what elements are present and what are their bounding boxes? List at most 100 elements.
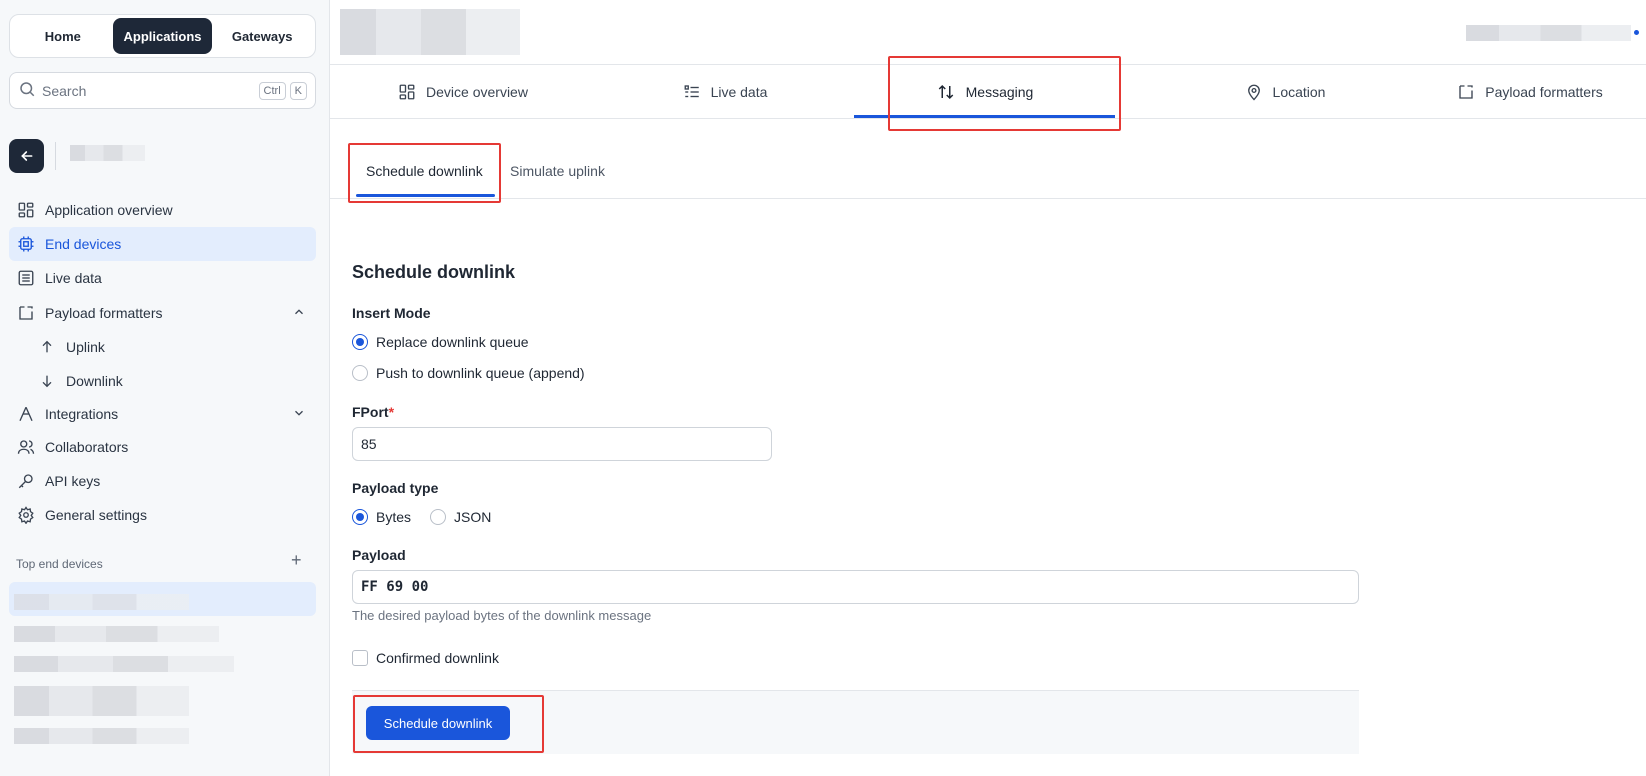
- redacted-device: [14, 594, 189, 610]
- top-end-devices-title: Top end devices: [16, 557, 103, 571]
- tab-payload-formatters[interactable]: Payload formatters: [1430, 65, 1630, 119]
- list-icon: [683, 83, 701, 101]
- redacted-device[interactable]: [14, 728, 189, 744]
- payload-helper-text: The desired payload bytes of the downlin…: [352, 608, 652, 623]
- search-input[interactable]: Search Ctrl K: [9, 72, 316, 109]
- arrow-down-icon: [38, 372, 56, 390]
- switcher-applications[interactable]: Applications: [112, 18, 213, 54]
- integrations-icon: [17, 405, 35, 423]
- overview-icon: [398, 83, 416, 101]
- payload-field[interactable]: FF 69 00: [352, 570, 1359, 604]
- radio-button[interactable]: [352, 365, 368, 381]
- list-icon: [17, 269, 35, 287]
- confirmed-downlink-checkbox-row[interactable]: Confirmed downlink: [352, 650, 499, 666]
- sidebar-item-integrations[interactable]: Integrations: [9, 397, 316, 431]
- form-title: Schedule downlink: [352, 262, 516, 282]
- payload-label: Payload: [352, 547, 406, 563]
- switcher-home[interactable]: Home: [13, 18, 113, 54]
- shortcut-ctrl: Ctrl: [258, 81, 286, 100]
- people-icon: [17, 438, 35, 456]
- radio-json[interactable]: JSON: [430, 509, 491, 525]
- key-icon: [17, 472, 35, 490]
- schedule-downlink-button[interactable]: Schedule downlink: [366, 706, 510, 740]
- sidebar-item-label: General settings: [45, 507, 147, 523]
- radio-label: Push to downlink queue (append): [376, 365, 585, 381]
- context-switcher: Home Applications Gateways: [9, 14, 316, 58]
- sidebar-item-downlink[interactable]: Downlink: [9, 364, 316, 398]
- radio-button[interactable]: [430, 509, 446, 525]
- tab-live-data[interactable]: Live data: [660, 65, 790, 119]
- sidebar-item-general-settings[interactable]: General settings: [9, 498, 316, 532]
- tab-label: Messaging: [965, 84, 1034, 100]
- status-dot: [1634, 30, 1639, 35]
- overview-icon: [17, 201, 35, 219]
- location-pin-icon: [1245, 83, 1263, 101]
- insert-mode-label: Insert Mode: [352, 305, 431, 321]
- radio-replace-queue[interactable]: Replace downlink queue: [352, 334, 529, 350]
- sidebar-item-label: Uplink: [66, 339, 105, 355]
- confirmed-downlink-checkbox[interactable]: [352, 650, 368, 666]
- checkbox-label: Confirmed downlink: [376, 650, 499, 666]
- active-tab-indicator: [854, 115, 1115, 118]
- arrow-left-icon: [20, 151, 32, 161]
- redacted-device[interactable]: [14, 656, 234, 672]
- sidebar-item-payload-formatters[interactable]: Payload formatters: [9, 296, 316, 330]
- sidebar-item-label: Downlink: [66, 373, 123, 389]
- arrows-updown-icon: [936, 83, 956, 101]
- sidebar-item-api-keys[interactable]: API keys: [9, 464, 316, 498]
- redacted-device[interactable]: [14, 686, 189, 716]
- required-marker: *: [388, 404, 395, 420]
- sidebar-item-application-overview[interactable]: Application overview: [9, 193, 316, 227]
- sidebar-item-live-data[interactable]: Live data: [9, 261, 316, 295]
- fport-label: FPort*: [352, 404, 394, 420]
- subtab-simulate-uplink[interactable]: Simulate uplink: [510, 143, 605, 199]
- tab-label: Device overview: [426, 84, 528, 100]
- back-button[interactable]: [9, 139, 44, 173]
- switcher-gateways[interactable]: Gateways: [212, 18, 312, 54]
- redacted-title: [340, 9, 520, 55]
- subtab-schedule-downlink[interactable]: Schedule downlink: [366, 143, 483, 199]
- payload-type-label: Payload type: [352, 480, 439, 496]
- sidebar: Home Applications Gateways Search Ctrl K…: [0, 0, 330, 776]
- search-icon: [18, 80, 36, 101]
- chevron-down-icon: [292, 406, 306, 423]
- sidebar-item-label: End devices: [45, 236, 122, 252]
- sidebar-item-label: Integrations: [45, 406, 119, 422]
- chip-icon: [17, 235, 35, 253]
- tab-location[interactable]: Location: [1200, 65, 1370, 119]
- radio-label: JSON: [454, 509, 492, 525]
- sidebar-item-uplink[interactable]: Uplink: [9, 330, 316, 364]
- sidebar-item-label: Payload formatters: [45, 305, 163, 321]
- radio-button-selected[interactable]: [352, 334, 368, 350]
- tab-label: Live data: [710, 84, 768, 100]
- redacted-user[interactable]: [1466, 25, 1631, 41]
- radio-push-queue[interactable]: Push to downlink queue (append): [352, 365, 585, 381]
- formatter-icon: [17, 304, 35, 322]
- add-icon[interactable]: +: [291, 550, 302, 571]
- radio-bytes[interactable]: Bytes: [352, 509, 411, 525]
- tab-label: Location: [1272, 84, 1326, 100]
- sidebar-item-label: Live data: [45, 270, 102, 286]
- radio-button-selected[interactable]: [352, 509, 368, 525]
- arrow-up-icon: [38, 338, 56, 356]
- fport-label-text: FPort: [352, 404, 389, 420]
- subtab-bar: Schedule downlink Simulate uplink: [330, 143, 1646, 199]
- sidebar-item-label: API keys: [45, 473, 101, 489]
- fport-field[interactable]: 85: [352, 427, 772, 461]
- redacted-app-name: [70, 145, 145, 161]
- sidebar-item-collaborators[interactable]: Collaborators: [9, 430, 316, 464]
- chevron-up-icon: [292, 305, 306, 322]
- tab-messaging[interactable]: Messaging: [854, 65, 1115, 119]
- search-placeholder: Search: [42, 82, 87, 99]
- divider: [55, 142, 56, 170]
- sidebar-item-label: Application overview: [45, 202, 173, 218]
- radio-label: Replace downlink queue: [376, 334, 529, 350]
- tab-bar: Device overview Live data Messaging Loca…: [330, 65, 1646, 119]
- sidebar-item-end-devices[interactable]: End devices: [9, 227, 316, 261]
- redacted-device[interactable]: [14, 626, 219, 642]
- active-subtab-indicator: [356, 194, 495, 197]
- tab-device-overview[interactable]: Device overview: [378, 65, 548, 119]
- sidebar-item-label: Collaborators: [45, 439, 129, 455]
- formatter-icon: [1457, 83, 1475, 101]
- gear-icon: [17, 506, 35, 524]
